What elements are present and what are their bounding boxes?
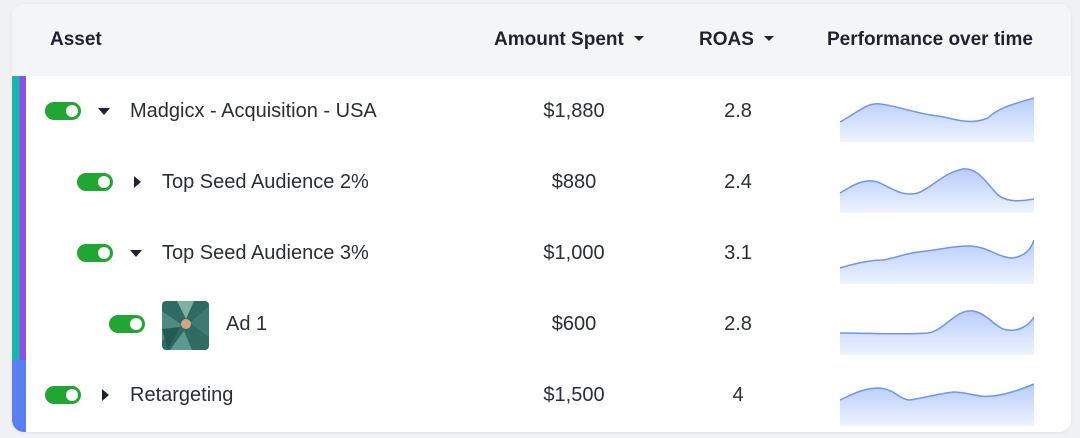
table-row: Top Seed Audience 2% $880 2.4 (12, 147, 1071, 218)
amount-spent-value: $600 (551, 313, 597, 335)
amount-spent-value: $1,000 (543, 242, 605, 264)
sparkline-chart (839, 97, 1034, 142)
column-header-asset: Asset (50, 4, 102, 76)
asset-name[interactable]: Ad 1 (226, 289, 267, 360)
table-row: Madgicx - Acquisition - USA $1,880 2.8 (12, 76, 1071, 147)
amount-spent-value: $1,880 (543, 100, 605, 122)
roas-value: 4 (732, 384, 744, 406)
asset-name[interactable]: Retargeting (130, 360, 233, 431)
amount-spent-value: $1,500 (543, 384, 605, 406)
column-header-roas-label: ROAS (699, 29, 754, 50)
column-header-performance: Performance over time (827, 4, 1033, 76)
column-header-amount-spent[interactable]: Amount Spent (494, 4, 644, 76)
ad-thumbnail (162, 301, 209, 350)
roas-value: 2.8 (724, 313, 752, 335)
table-row: Ad 1 $600 2.8 (12, 289, 1071, 360)
caret-right-icon[interactable] (134, 176, 141, 188)
toggle-switch-icon[interactable] (45, 386, 81, 404)
caret-down-icon[interactable] (130, 250, 142, 257)
toggle-switch-icon[interactable] (77, 173, 113, 191)
toggle-switch-icon[interactable] (45, 102, 81, 120)
sparkline-chart (839, 310, 1034, 355)
sparkline-chart (839, 239, 1034, 284)
column-header-asset-label: Asset (50, 29, 102, 50)
asset-name[interactable]: Top Seed Audience 3% (162, 218, 369, 289)
column-header-performance-label: Performance over time (827, 29, 1033, 50)
amount-spent-value: $880 (551, 171, 597, 193)
sort-caret-icon[interactable] (633, 36, 644, 42)
assets-table: Asset Amount Spent ROAS Performance over… (12, 4, 1071, 432)
roas-value: 3.1 (724, 242, 752, 264)
caret-right-icon[interactable] (102, 389, 109, 401)
column-header-roas[interactable]: ROAS (699, 4, 774, 76)
table-row: Retargeting $1,500 4 (12, 360, 1071, 431)
sparkline-chart (839, 168, 1034, 213)
asset-name[interactable]: Madgicx - Acquisition - USA (130, 76, 377, 147)
asset-name[interactable]: Top Seed Audience 2% (162, 147, 369, 218)
roas-value: 2.8 (724, 100, 752, 122)
caret-down-icon[interactable] (98, 108, 110, 115)
roas-value: 2.4 (724, 171, 752, 193)
toggle-switch-icon[interactable] (109, 315, 145, 333)
toggle-switch-icon[interactable] (77, 244, 113, 262)
sort-caret-icon[interactable] (763, 36, 774, 42)
sparkline-chart (839, 383, 1034, 426)
table-header: Asset Amount Spent ROAS Performance over… (12, 4, 1071, 76)
column-header-amount-spent-label: Amount Spent (494, 29, 624, 50)
table-row: Top Seed Audience 3% $1,000 3.1 (12, 218, 1071, 289)
